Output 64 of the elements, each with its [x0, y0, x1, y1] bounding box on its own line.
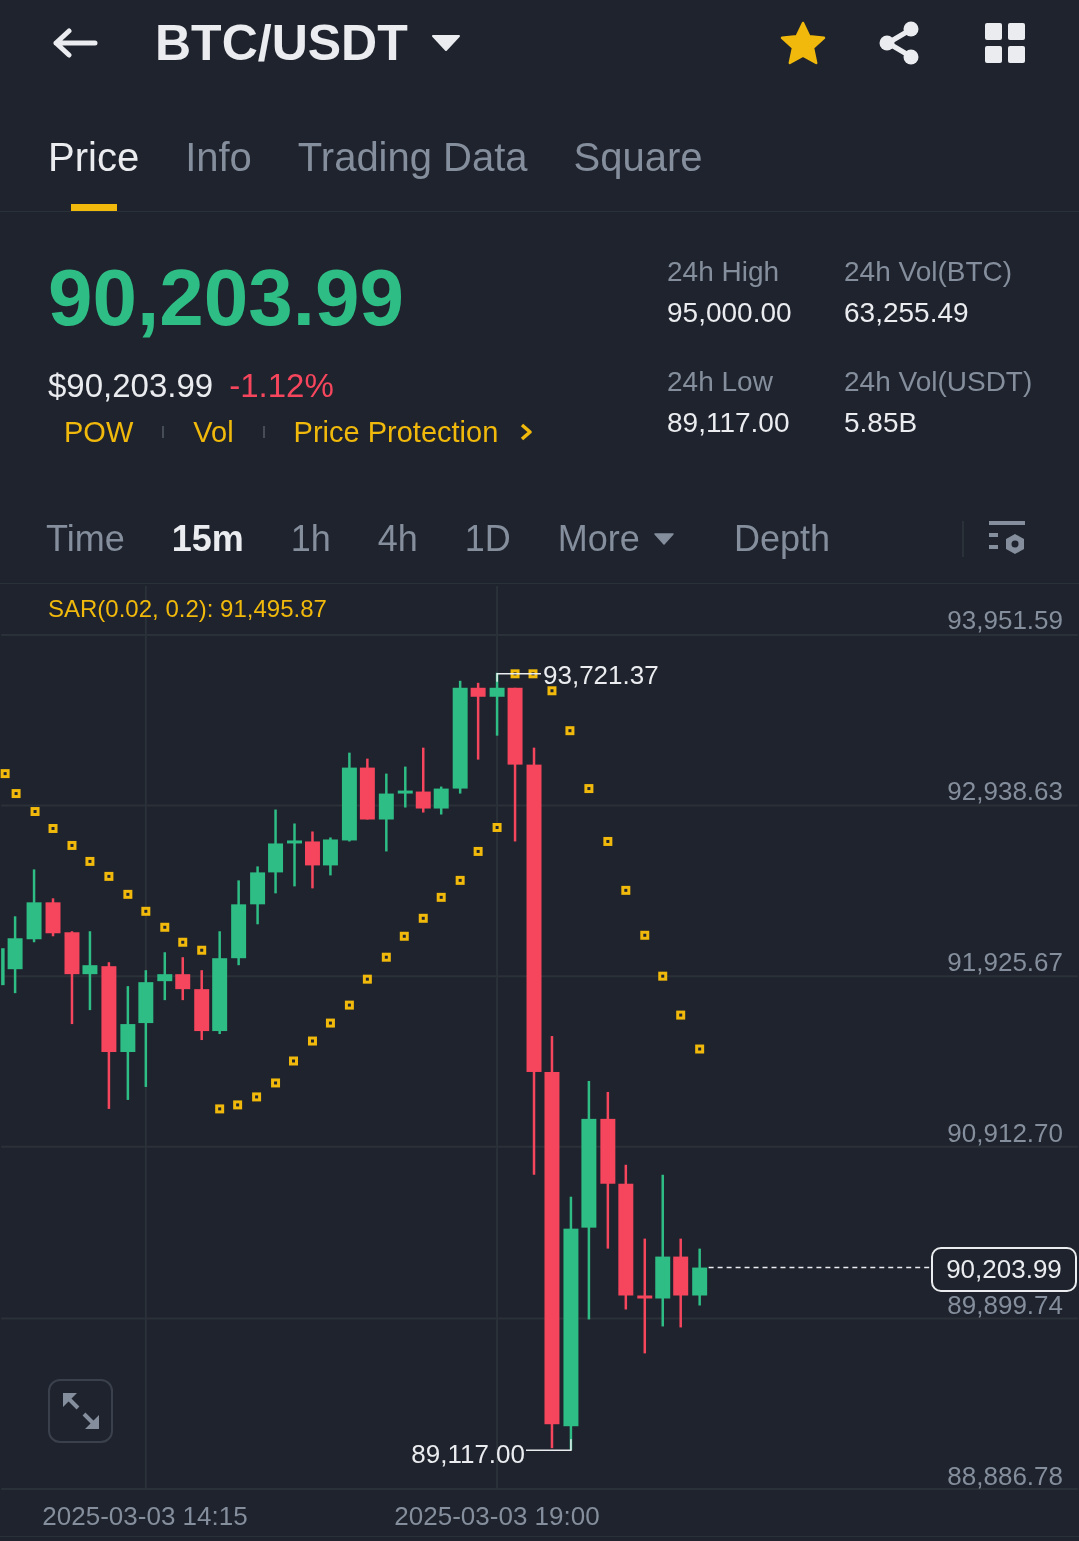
stat-value: 95,000.00 [667, 296, 792, 330]
info-tag[interactable]: Vol [193, 414, 234, 450]
expand-button[interactable] [48, 1379, 113, 1443]
interval-tab[interactable]: 15m [171, 517, 244, 561]
stat-value: 89,117.00 [667, 406, 790, 440]
chart-settings-icon[interactable] [989, 521, 1025, 557]
price-change: -1.12% [229, 366, 334, 406]
rising-candle [1, 948, 5, 986]
star-icon[interactable] [780, 20, 826, 65]
low-price-label: 89,117.00 [411, 1439, 525, 1469]
falling-candle [175, 957, 191, 1001]
last-price-tag: 90,203.99 [931, 1247, 1077, 1292]
high-price-leader [496, 673, 542, 683]
time-axis-label: 2025-03-03 19:00 [394, 1501, 600, 1531]
y-axis-label: 92,938.63 [947, 776, 1063, 806]
falling-candle [359, 758, 375, 820]
caret-icon [431, 34, 460, 51]
depth-tab[interactable]: Depth [733, 517, 830, 561]
rising-candle [397, 766, 413, 808]
low-price-leader [525, 1438, 572, 1451]
last-price: 90,203.99 [48, 258, 404, 338]
rising-candle [287, 823, 302, 887]
tab[interactable]: Price [48, 133, 140, 211]
y-axis-label: 91,925.67 [947, 947, 1063, 977]
interval-tab[interactable]: 1h [290, 517, 331, 561]
y-axis-label: 89,899.74 [947, 1290, 1063, 1320]
stat-value: 63,255.49 [844, 296, 969, 330]
share-icon[interactable] [877, 20, 921, 65]
chevron-right-icon [520, 423, 533, 441]
stat-label: 24h Vol(USDT) [844, 365, 1033, 399]
falling-candle [415, 747, 431, 813]
rising-candle [250, 866, 266, 925]
pair-selector[interactable]: BTC/USDT [155, 12, 460, 73]
info-tag[interactable]: POW [64, 414, 134, 450]
price-protection-link[interactable]: Price Protection [293, 414, 533, 450]
stat-label: 24h Vol(BTC) [844, 255, 1013, 289]
falling-candle [305, 831, 320, 889]
more-menu-button[interactable]: More [557, 517, 674, 561]
tab[interactable]: Square [573, 133, 703, 211]
time-axis-label: 2025-03-03 14:15 [42, 1501, 248, 1531]
grid-icon[interactable] [985, 22, 1025, 63]
rising-candle [433, 786, 449, 815]
y-axis-label: 93,951.59 [947, 605, 1063, 635]
rising-candle [322, 837, 338, 876]
usd-price: $90,203.99 [48, 366, 214, 406]
rising-candle [692, 1248, 708, 1306]
interval-tab[interactable]: 4h [377, 517, 418, 561]
stat-value: 5.85B [844, 406, 918, 440]
tab[interactable]: Info [185, 133, 252, 211]
high-price-label: 93,721.37 [543, 664, 659, 686]
interval-tab[interactable]: 1D [464, 517, 511, 561]
expand-icon [62, 1393, 99, 1429]
falling-candle [194, 970, 210, 1041]
stat-label: 24h High [667, 255, 780, 289]
y-axis-label: 90,912.70 [947, 1118, 1063, 1148]
indicator-label: SAR(0.02, 0.2): 91,495.87 [48, 594, 327, 624]
falling-candle [45, 898, 61, 937]
back-icon[interactable] [52, 27, 98, 58]
caret-icon [653, 533, 674, 545]
rising-candle [157, 952, 173, 1001]
tab[interactable]: Trading Data [297, 133, 528, 211]
y-axis-label: 88,886.78 [947, 1461, 1063, 1491]
stat-label: 24h Low [667, 365, 773, 399]
interval-tab[interactable]: Time [46, 517, 125, 561]
